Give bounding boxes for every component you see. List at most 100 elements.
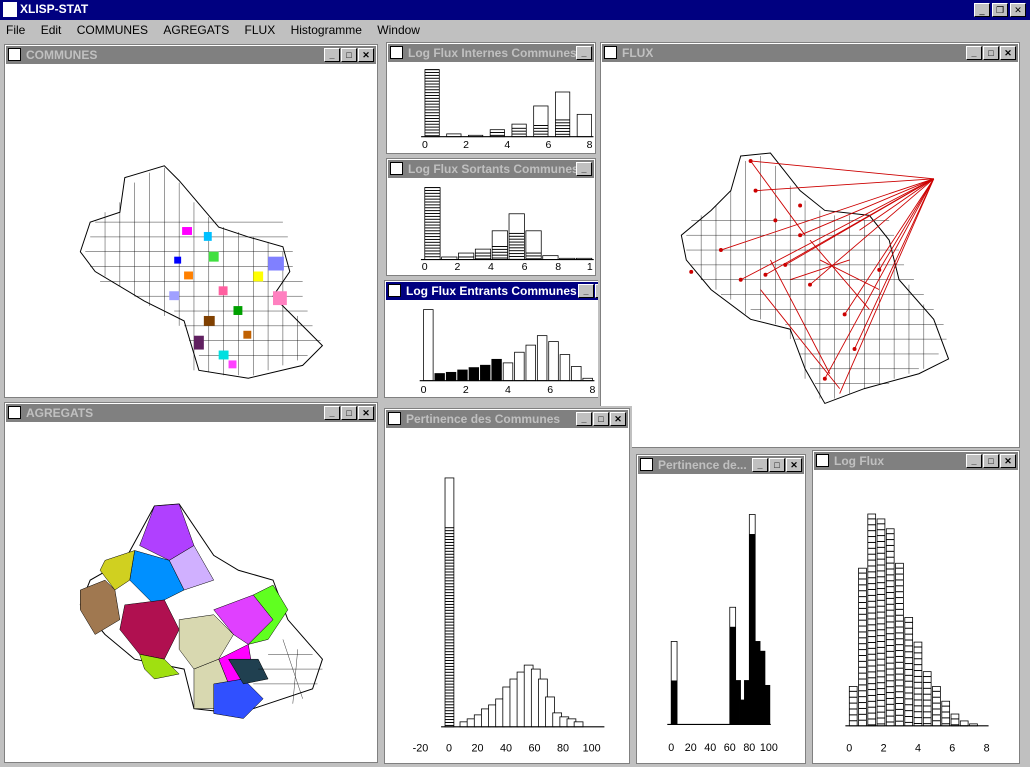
window-menu-icon[interactable] bbox=[816, 454, 829, 467]
close-button[interactable]: ✕ bbox=[610, 412, 626, 426]
pertinence-communes-window[interactable]: Pertinence des Communes _ □ ✕ -20 0 20 40 60 80… bbox=[382, 406, 632, 766]
window-menu-icon[interactable] bbox=[388, 284, 401, 297]
menu-flux[interactable]: FLUX bbox=[239, 20, 282, 40]
log-entrants-window[interactable]: Log Flux Entrants Communes _□✕ 0 2 4 6 8 bbox=[382, 278, 634, 400]
histogram-bar bbox=[458, 252, 475, 260]
flux-map bbox=[680, 152, 950, 405]
axis-tick-label: 80 bbox=[557, 742, 569, 754]
communes-window[interactable]: COMMUNES _ □ ✕ bbox=[2, 42, 380, 400]
maximize-button[interactable]: □ bbox=[769, 458, 785, 472]
axis-tick-label: 20 bbox=[471, 742, 483, 754]
selected-bar bbox=[491, 359, 502, 381]
pertinence-de-plot-area[interactable]: 0 20 40 60 80 100 bbox=[638, 474, 804, 762]
log-entrants-titlebar[interactable]: Log Flux Entrants Communes _□✕ bbox=[386, 282, 630, 300]
minimize-button[interactable]: _ bbox=[576, 162, 592, 176]
histogram-bar bbox=[885, 528, 895, 727]
window-menu-icon[interactable] bbox=[604, 46, 617, 59]
maximize-button[interactable]: □ bbox=[341, 406, 357, 420]
histogram-bar bbox=[932, 686, 941, 727]
histogram-bars bbox=[423, 309, 593, 382]
close-button[interactable]: ✕ bbox=[1000, 454, 1016, 468]
log-sortants-window[interactable]: Log Flux Sortants Communes _ 0 2 4 6 8 1 bbox=[384, 156, 598, 278]
minimize-button[interactable]: _ bbox=[752, 458, 768, 472]
log-internes-plot-area[interactable]: 0 2 4 6 8 bbox=[388, 62, 594, 152]
app-minimize-button[interactable]: _ bbox=[974, 3, 990, 17]
histogram-bar bbox=[444, 477, 455, 728]
log-internes-title: Log Flux Internes Communes bbox=[408, 46, 577, 60]
histogram-bar bbox=[536, 335, 548, 382]
window-menu-icon[interactable] bbox=[8, 48, 21, 61]
flux-window[interactable]: FLUX _ □ ✕ bbox=[598, 40, 1022, 450]
menu-edit[interactable]: Edit bbox=[35, 20, 68, 40]
app-titlebar[interactable]: XLISP-STAT _ ❐ ✕ bbox=[0, 0, 1030, 20]
menu-window[interactable]: Window bbox=[371, 20, 426, 40]
menu-file[interactable]: File bbox=[0, 20, 31, 40]
window-menu-icon[interactable] bbox=[390, 162, 403, 175]
histogram-bar bbox=[511, 123, 527, 138]
histogram-bars bbox=[444, 477, 584, 728]
histogram-bar bbox=[502, 362, 514, 382]
minimize-button[interactable]: _ bbox=[966, 454, 982, 468]
app-title: XLISP-STAT bbox=[20, 2, 89, 16]
window-menu-icon[interactable] bbox=[388, 412, 401, 425]
pertinence-communes-plot-area[interactable]: -20 0 20 40 60 80 100 bbox=[386, 428, 628, 762]
minimize-button[interactable]: _ bbox=[324, 406, 340, 420]
agregats-map-area[interactable] bbox=[6, 422, 376, 761]
histogram-bar bbox=[424, 69, 440, 138]
agregats-titlebar[interactable]: AGREGATS _ □ ✕ bbox=[6, 404, 376, 422]
minimize-button[interactable]: _ bbox=[966, 46, 982, 60]
minimize-button[interactable]: _ bbox=[576, 46, 592, 60]
close-button[interactable]: ✕ bbox=[358, 406, 374, 420]
agregats-window[interactable]: AGREGATS _ □ ✕ bbox=[2, 400, 380, 765]
histogram-bar bbox=[913, 641, 923, 727]
app-close-button[interactable]: ✕ bbox=[1010, 3, 1026, 17]
maximize-button[interactable]: □ bbox=[593, 412, 609, 426]
log-entrants-title: Log Flux Entrants Communes bbox=[406, 284, 577, 298]
pertinence-communes-titlebar[interactable]: Pertinence des Communes _ □ ✕ bbox=[386, 410, 628, 428]
log-flux-plot-area[interactable]: 0 2 4 6 8 bbox=[814, 470, 1018, 762]
log-internes-titlebar[interactable]: Log Flux Internes Communes _ bbox=[388, 44, 594, 62]
axis-tick-label: 80 bbox=[743, 742, 755, 754]
histogram-bar bbox=[573, 721, 584, 728]
window-menu-icon[interactable] bbox=[8, 406, 21, 419]
selected-bar bbox=[671, 680, 678, 725]
histogram-bar bbox=[474, 248, 492, 260]
window-menu-icon[interactable] bbox=[640, 458, 653, 471]
log-flux-titlebar[interactable]: Log Flux _ □ ✕ bbox=[814, 452, 1018, 470]
histogram-bars bbox=[848, 513, 978, 727]
selected-bar bbox=[434, 373, 445, 381]
log-sortants-titlebar[interactable]: Log Flux Sortants Communes _ bbox=[388, 160, 594, 178]
minimize-button[interactable]: _ bbox=[324, 48, 340, 62]
close-button[interactable]: ✕ bbox=[1000, 46, 1016, 60]
selected-bar bbox=[469, 367, 479, 381]
log-sortants-plot-area[interactable]: 0 2 4 6 8 1 bbox=[388, 178, 594, 274]
log-internes-window[interactable]: Log Flux Internes Communes _ 0 2 4 6 8 bbox=[384, 40, 598, 156]
communes-titlebar[interactable]: COMMUNES _ □ ✕ bbox=[6, 46, 376, 64]
minimize-button[interactable]: _ bbox=[576, 412, 592, 426]
maximize-button[interactable]: □ bbox=[983, 46, 999, 60]
pertinence-communes-histogram: -20 0 20 40 60 80 100 bbox=[413, 477, 605, 754]
axis-tick-label: 0 bbox=[422, 139, 428, 151]
histogram-bar bbox=[533, 105, 549, 138]
log-flux-histogram: 0 2 4 6 8 bbox=[845, 513, 990, 754]
menu-agregats[interactable]: AGREGATS bbox=[157, 20, 235, 40]
flux-titlebar[interactable]: FLUX _ □ ✕ bbox=[602, 44, 1018, 62]
window-menu-icon[interactable] bbox=[390, 46, 403, 59]
log-entrants-plot-area[interactable]: 0 2 4 6 8 bbox=[386, 300, 630, 396]
app-icon[interactable] bbox=[3, 2, 17, 17]
menu-histogramme[interactable]: Histogramme bbox=[285, 20, 368, 40]
close-button[interactable]: ✕ bbox=[786, 458, 802, 472]
close-button[interactable]: ✕ bbox=[358, 48, 374, 62]
app-restore-button[interactable]: ❐ bbox=[992, 3, 1008, 17]
pertinence-de-titlebar[interactable]: Pertinence de... _ □ ✕ bbox=[638, 456, 804, 474]
pertinence-de-window[interactable]: Pertinence de... _ □ ✕ 0 20 40 60 80 100 bbox=[634, 452, 808, 766]
flux-map-area[interactable] bbox=[602, 62, 1018, 446]
minimize-button[interactable]: _ bbox=[578, 284, 594, 298]
log-flux-window[interactable]: Log Flux _ □ ✕ 0 2 4 6 8 bbox=[810, 448, 1022, 766]
maximize-button[interactable]: □ bbox=[341, 48, 357, 62]
communes-map-area[interactable] bbox=[6, 64, 376, 396]
menu-communes[interactable]: COMMUNES bbox=[71, 20, 154, 40]
axis-tick-label: 0 bbox=[446, 742, 452, 754]
agregats-title: AGREGATS bbox=[26, 406, 94, 420]
maximize-button[interactable]: □ bbox=[983, 454, 999, 468]
